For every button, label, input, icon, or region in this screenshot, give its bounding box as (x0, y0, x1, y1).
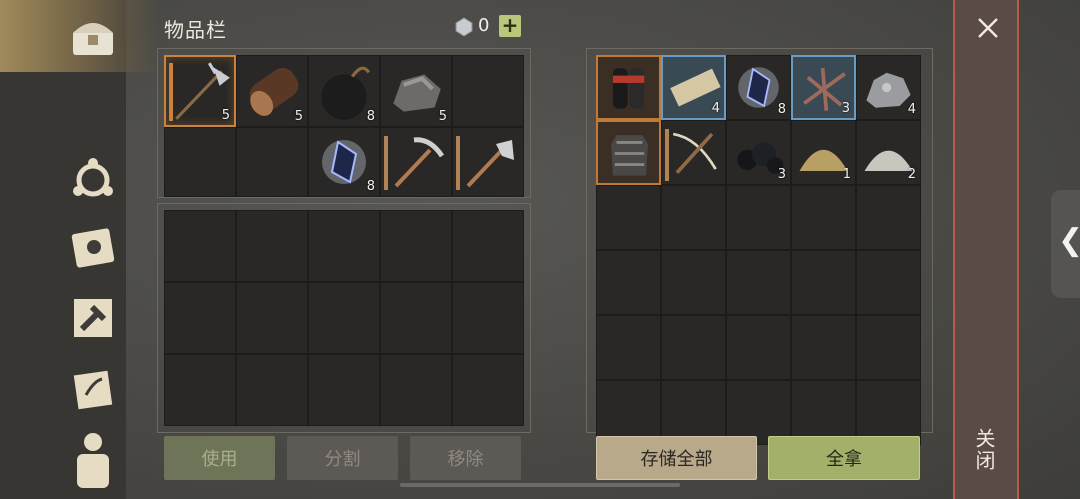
inventory-slot[interactable]: 8 (308, 55, 380, 127)
use-button[interactable]: 使用 (164, 436, 275, 480)
item-count: 3 (777, 167, 786, 182)
close-label[interactable]: 关闭 (972, 428, 999, 472)
character-icon[interactable] (62, 432, 124, 488)
inventory-slot[interactable] (236, 354, 308, 426)
inventory-slot[interactable] (236, 127, 308, 197)
inventory-slot[interactable]: 5 (380, 55, 452, 127)
inventory-slot[interactable] (380, 210, 452, 282)
storage-slot[interactable] (596, 120, 661, 185)
inventory-slot[interactable] (380, 282, 452, 354)
inventory-slot[interactable] (308, 210, 380, 282)
storage-slot[interactable] (661, 315, 726, 380)
item-count: 5 (221, 108, 230, 123)
inventory-slot[interactable] (380, 127, 452, 197)
item-count: 4 (907, 102, 916, 117)
close-panel[interactable] (953, 0, 1019, 499)
scroll-icon[interactable] (62, 362, 124, 418)
inventory-slot[interactable] (164, 282, 236, 354)
storage-slot[interactable] (596, 250, 661, 315)
inventory-slot[interactable] (452, 282, 524, 354)
item-count: 1 (842, 167, 851, 182)
inventory-slot[interactable] (308, 354, 380, 426)
pickaxe-icon (383, 130, 449, 198)
inventory-slot[interactable]: 8 (308, 127, 380, 197)
store-all-button[interactable]: 存储全部 (596, 436, 757, 480)
storage-slot[interactable] (661, 185, 726, 250)
item-count: 5 (294, 109, 303, 124)
crafting-icon[interactable] (62, 290, 124, 346)
storage-slot[interactable]: 1 (791, 120, 856, 185)
inventory-slot[interactable] (380, 354, 452, 426)
storage-slot[interactable]: 2 (856, 120, 921, 185)
inventory-slot[interactable] (164, 127, 236, 197)
inventory-slot[interactable] (452, 55, 524, 127)
inventory-slot[interactable] (236, 210, 308, 282)
inventory-slot[interactable]: 5 (164, 55, 236, 127)
storage-slot[interactable] (596, 55, 661, 120)
storage-slot[interactable] (661, 120, 726, 185)
inventory-slot[interactable] (164, 354, 236, 426)
gauntlet-icon (600, 59, 659, 122)
inventory-slot[interactable] (452, 127, 524, 197)
chevron-left-icon[interactable]: ❮ (1058, 223, 1080, 258)
storage-slot[interactable] (856, 250, 921, 315)
gem-currency-icon (454, 17, 474, 41)
tech-tree-icon[interactable] (62, 150, 124, 206)
axe-icon (455, 130, 521, 198)
durability-bar (169, 63, 173, 121)
inventory-slot[interactable]: 5 (236, 55, 308, 127)
inventory-slot[interactable] (452, 354, 524, 426)
storage-slot[interactable] (791, 185, 856, 250)
split-button[interactable]: 分割 (287, 436, 398, 480)
storage-slot[interactable] (596, 185, 661, 250)
storage-slot[interactable] (791, 315, 856, 380)
currency-count: 0 (478, 15, 490, 36)
durability-bar (665, 129, 669, 181)
storage-slot[interactable]: 3 (726, 120, 791, 185)
scroll-indicator (400, 483, 680, 487)
inventory-title: 物品栏 (164, 18, 227, 42)
storage-slot[interactable]: 3 (791, 55, 856, 120)
storage-slot[interactable] (791, 250, 856, 315)
storage-slot[interactable] (726, 185, 791, 250)
item-count: 8 (366, 179, 375, 194)
storage-slot[interactable] (726, 250, 791, 315)
item-count: 5 (438, 109, 447, 124)
storage-slot[interactable] (661, 250, 726, 315)
close-icon[interactable] (976, 16, 1000, 40)
storage-slot[interactable] (596, 315, 661, 380)
storage-slot[interactable]: 8 (726, 55, 791, 120)
inventory-slot[interactable] (236, 282, 308, 354)
durability-bar (456, 136, 460, 190)
durability-bar (384, 136, 388, 190)
item-count: 2 (907, 167, 916, 182)
item-count: 8 (366, 109, 375, 124)
take-all-button[interactable]: 全拿 (768, 436, 920, 480)
journal-icon[interactable] (62, 220, 124, 276)
storage-slot[interactable] (856, 315, 921, 380)
inventory-slot[interactable] (452, 210, 524, 282)
inventory-slot[interactable] (164, 210, 236, 282)
armor-icon (600, 124, 659, 187)
remove-button[interactable]: 移除 (410, 436, 521, 480)
storage-slot[interactable] (856, 185, 921, 250)
storage-slot[interactable] (726, 315, 791, 380)
chest-icon[interactable] (62, 8, 124, 64)
add-currency-button[interactable]: + (499, 15, 521, 37)
crossbow-icon (664, 123, 723, 186)
storage-slot[interactable]: 4 (661, 55, 726, 120)
inventory-slot[interactable] (308, 282, 380, 354)
item-count: 3 (841, 101, 850, 116)
item-count: 8 (777, 102, 786, 117)
item-count: 4 (711, 101, 720, 116)
storage-slot[interactable]: 4 (856, 55, 921, 120)
